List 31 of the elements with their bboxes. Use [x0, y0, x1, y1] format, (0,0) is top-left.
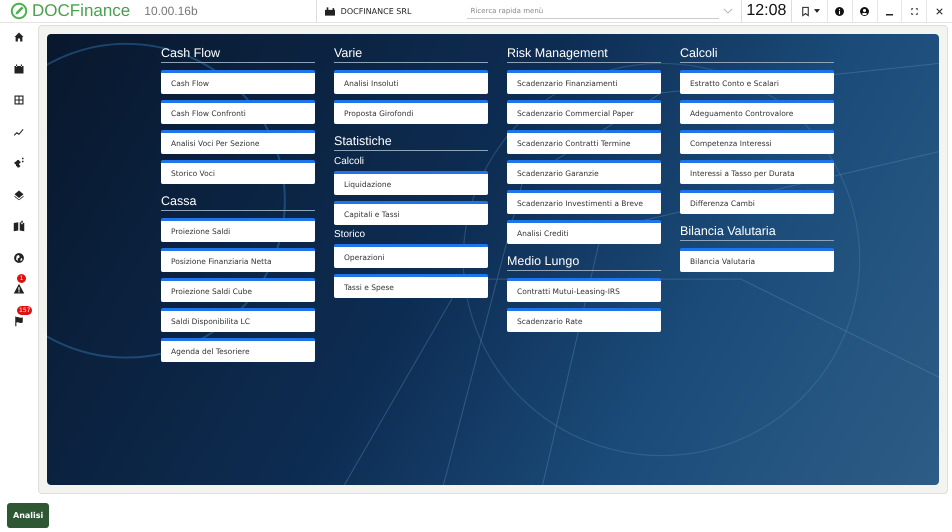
brand-name: DOCFinance [32, 1, 130, 21]
home-icon[interactable] [13, 31, 25, 43]
bookmark-icon [800, 6, 811, 16]
user-icon [859, 6, 870, 16]
section-heading: Risk Management [507, 46, 661, 63]
chevron-down-icon [722, 8, 733, 14]
building-icon [324, 6, 335, 16]
section-heading: Statistiche [334, 134, 488, 151]
company-name: DOCFINANCE SRL [340, 6, 412, 16]
section-heading: Bilancia Valutaria [680, 224, 834, 241]
layers-icon[interactable] [13, 188, 25, 200]
logo-icon [10, 2, 28, 20]
warning-icon[interactable] [13, 283, 25, 295]
close-icon [934, 6, 946, 16]
globe-icon[interactable] [13, 252, 25, 264]
grid-icon[interactable] [13, 94, 25, 106]
section-heading: Cash Flow [161, 46, 315, 63]
analisi-tab[interactable]: Analisi [7, 502, 50, 528]
section-heading: Varie [334, 46, 488, 63]
minimize-icon [886, 14, 893, 16]
info-icon [834, 6, 846, 16]
fullscreen-icon [908, 6, 920, 16]
subsection-heading: Storico [334, 229, 366, 240]
section-heading: Medio Lungo [507, 254, 661, 271]
subsection-heading: Calcoli [334, 156, 366, 167]
section-heading: Calcoli [680, 46, 834, 63]
calendar-icon[interactable] [13, 62, 25, 74]
caret-icon [814, 9, 820, 13]
version-label: 10.00.16b [144, 4, 198, 18]
section-heading: Cassa [161, 194, 315, 211]
flag-icon[interactable] [13, 314, 25, 326]
